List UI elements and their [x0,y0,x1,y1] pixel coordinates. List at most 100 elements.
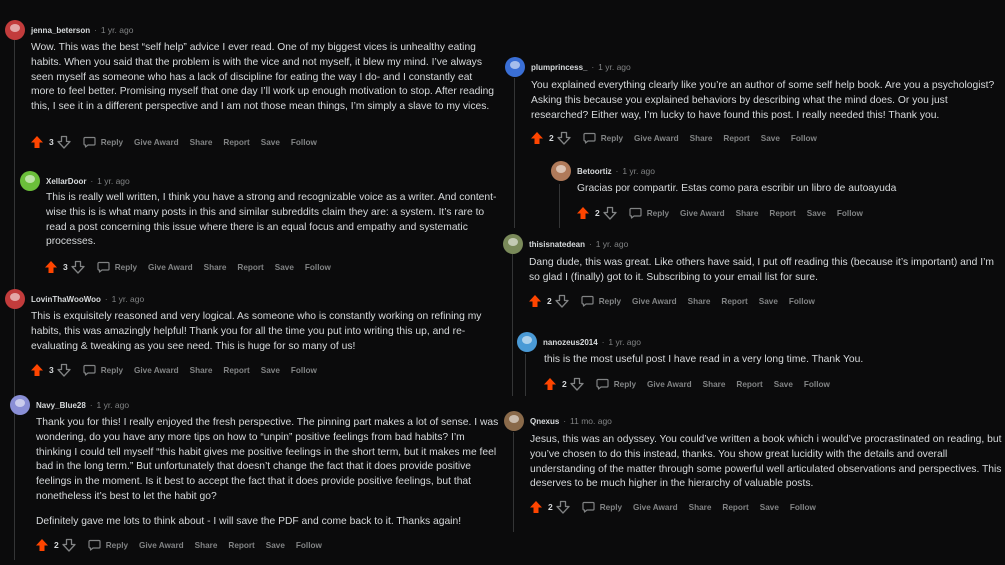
reply-button[interactable]: Reply [97,261,137,273]
user-avatar[interactable] [504,411,524,431]
save-button[interactable]: Save [760,503,779,512]
upvote-arrow-icon[interactable] [30,363,44,377]
share-button[interactable]: Share [204,263,227,272]
upvote-arrow-icon[interactable] [44,260,58,274]
follow-button[interactable]: Follow [804,380,830,389]
user-avatar[interactable] [10,395,30,415]
user-avatar[interactable] [517,332,537,352]
user-avatar[interactable] [505,57,525,77]
follow-button[interactable]: Follow [789,297,815,306]
username[interactable]: LovinThaWooWoo [31,295,101,304]
save-button[interactable]: Save [807,209,826,218]
share-button[interactable]: Share [736,209,759,218]
upvote-arrow-icon[interactable] [35,538,49,552]
give-award-button[interactable]: Give Award [633,503,678,512]
report-button[interactable]: Report [223,138,249,147]
give-award-button[interactable]: Give Award [134,138,179,147]
reply-button[interactable]: Reply [629,207,669,219]
save-button[interactable]: Save [275,263,294,272]
share-button[interactable]: Share [688,297,711,306]
downvote-arrow-icon[interactable] [62,538,76,552]
reply-button[interactable]: Reply [582,501,622,513]
save-button[interactable]: Save [759,297,778,306]
give-award-button[interactable]: Give Award [647,380,692,389]
reply-button[interactable]: Reply [583,132,623,144]
username[interactable]: Betoortiz [577,167,612,176]
downvote-arrow-icon[interactable] [556,500,570,514]
timestamp[interactable]: 1 yr. ago [97,176,130,186]
give-award-button[interactable]: Give Award [632,297,677,306]
timestamp[interactable]: 1 yr. ago [96,400,129,410]
report-button[interactable]: Report [769,209,795,218]
save-button[interactable]: Save [774,380,793,389]
follow-button[interactable]: Follow [837,209,863,218]
downvote-arrow-icon[interactable] [557,131,571,145]
username[interactable]: plumprincess_ [531,63,587,72]
user-avatar[interactable] [503,234,523,254]
timestamp[interactable]: 1 yr. ago [112,294,145,304]
timestamp[interactable]: 1 yr. ago [598,62,631,72]
follow-button[interactable]: Follow [291,366,317,375]
save-button[interactable]: Save [266,541,285,550]
report-button[interactable]: Report [722,503,748,512]
report-button[interactable]: Report [223,366,249,375]
downvote-arrow-icon[interactable] [570,377,584,391]
upvote-arrow-icon[interactable] [529,500,543,514]
username[interactable]: Navy_Blue28 [36,401,86,410]
give-award-button[interactable]: Give Award [134,366,179,375]
downvote-arrow-icon[interactable] [57,363,71,377]
vote-score: 2 [54,540,59,550]
save-button[interactable]: Save [761,134,780,143]
user-avatar[interactable] [551,161,571,181]
user-avatar[interactable] [5,20,25,40]
give-award-button[interactable]: Give Award [634,134,679,143]
upvote-arrow-icon[interactable] [543,377,557,391]
report-button[interactable]: Report [736,380,762,389]
timestamp[interactable]: 1 yr. ago [101,25,134,35]
downvote-arrow-icon[interactable] [57,135,71,149]
report-button[interactable]: Report [237,263,263,272]
follow-button[interactable]: Follow [791,134,817,143]
username[interactable]: Qnexus [530,417,559,426]
share-button[interactable]: Share [689,503,712,512]
save-button[interactable]: Save [261,366,280,375]
username[interactable]: nanozeus2014 [543,338,598,347]
share-button[interactable]: Share [703,380,726,389]
upvote-arrow-icon[interactable] [30,135,44,149]
save-button[interactable]: Save [261,138,280,147]
follow-button[interactable]: Follow [291,138,317,147]
reply-button[interactable]: Reply [581,295,621,307]
share-button[interactable]: Share [195,541,218,550]
report-button[interactable]: Report [721,297,747,306]
username[interactable]: jenna_beterson [31,26,90,35]
upvote-arrow-icon[interactable] [530,131,544,145]
reply-button[interactable]: Reply [83,136,123,148]
user-avatar[interactable] [5,289,25,309]
share-button[interactable]: Share [690,134,713,143]
follow-button[interactable]: Follow [305,263,331,272]
follow-button[interactable]: Follow [296,541,322,550]
downvote-arrow-icon[interactable] [603,206,617,220]
username[interactable]: XellarDoor [46,177,86,186]
give-award-button[interactable]: Give Award [139,541,184,550]
downvote-arrow-icon[interactable] [555,294,569,308]
reply-button[interactable]: Reply [596,378,636,390]
follow-button[interactable]: Follow [790,503,816,512]
timestamp[interactable]: 1 yr. ago [622,166,655,176]
upvote-arrow-icon[interactable] [528,294,542,308]
share-button[interactable]: Share [190,138,213,147]
timestamp[interactable]: 1 yr. ago [608,337,641,347]
timestamp[interactable]: 11 mo. ago [570,416,612,426]
timestamp[interactable]: 1 yr. ago [596,239,629,249]
user-avatar[interactable] [20,171,40,191]
give-award-button[interactable]: Give Award [148,263,193,272]
report-button[interactable]: Report [228,541,254,550]
downvote-arrow-icon[interactable] [71,260,85,274]
reply-button[interactable]: Reply [83,364,123,376]
username[interactable]: thisisnatedean [529,240,585,249]
give-award-button[interactable]: Give Award [680,209,725,218]
upvote-arrow-icon[interactable] [576,206,590,220]
reply-button[interactable]: Reply [88,539,128,551]
report-button[interactable]: Report [723,134,749,143]
share-button[interactable]: Share [190,366,213,375]
